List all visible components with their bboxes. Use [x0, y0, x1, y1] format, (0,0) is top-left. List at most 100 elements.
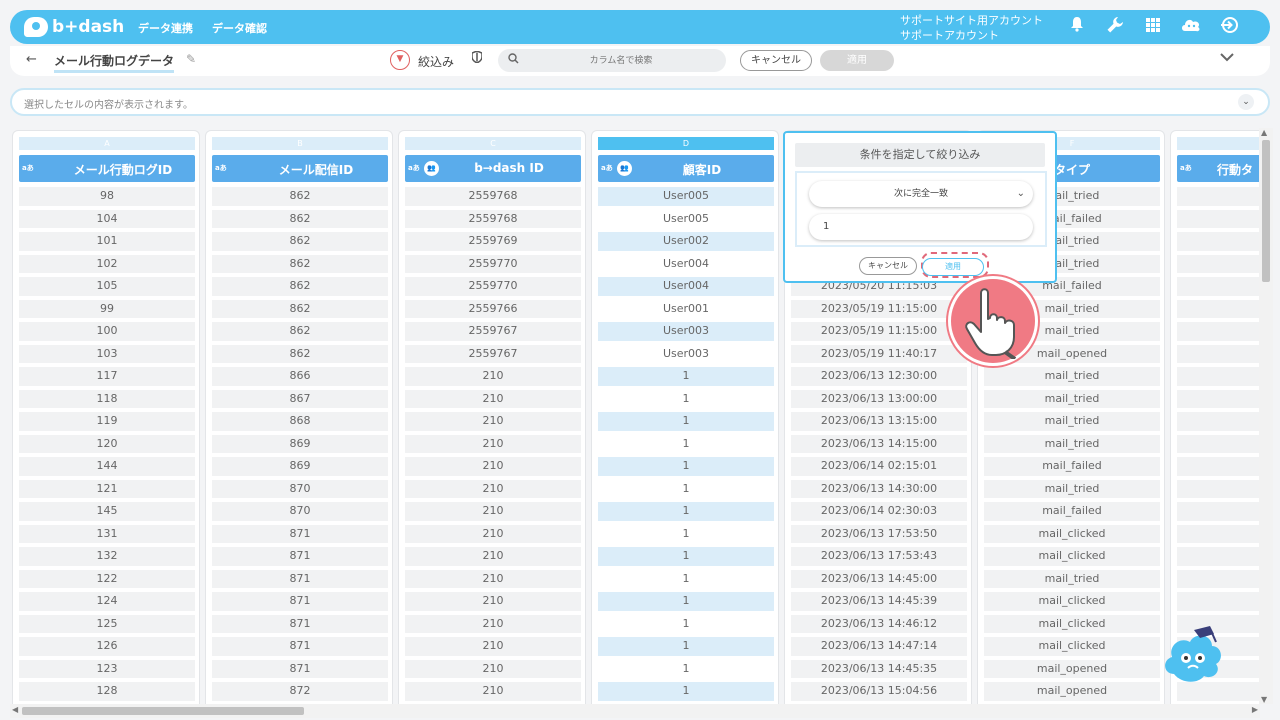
- grid-cell[interactable]: 144: [19, 457, 195, 476]
- grid-cell[interactable]: [1177, 232, 1260, 251]
- grid-cell[interactable]: 210: [405, 569, 581, 588]
- grid-cell[interactable]: 210: [405, 479, 581, 498]
- chevron-down-icon[interactable]: [1220, 50, 1234, 66]
- grid-cell[interactable]: [1177, 187, 1260, 206]
- grid-cell[interactable]: 210: [405, 367, 581, 386]
- condition-select[interactable]: 次に完全一致 ⌄: [809, 181, 1033, 207]
- grid-cell[interactable]: mail_tried: [984, 479, 1160, 498]
- app-logo[interactable]: b+dash: [24, 16, 124, 38]
- grid-cell[interactable]: 2023/06/14 02:15:01: [791, 457, 967, 476]
- grid-cell[interactable]: 104: [19, 209, 195, 228]
- grid-cell[interactable]: mail_opened: [984, 682, 1160, 701]
- grid-cell[interactable]: 867: [212, 389, 388, 408]
- grid-cell[interactable]: User002: [598, 232, 774, 251]
- grid-cell[interactable]: mail_clicked: [984, 524, 1160, 543]
- grid-cell[interactable]: 1: [598, 457, 774, 476]
- grid-cell[interactable]: [1177, 344, 1260, 363]
- grid-cell[interactable]: 2023/06/13 13:00:00: [791, 389, 967, 408]
- grid-cell[interactable]: [1177, 479, 1260, 498]
- grid-apps-icon[interactable]: [1142, 16, 1164, 38]
- grid-cell[interactable]: 1: [598, 614, 774, 633]
- grid-cell[interactable]: 1: [598, 682, 774, 701]
- grid-cell[interactable]: 862: [212, 209, 388, 228]
- grid-cell[interactable]: 1: [598, 502, 774, 521]
- grid-cell[interactable]: no: [1177, 547, 1260, 566]
- grid-cell[interactable]: [1177, 322, 1260, 341]
- grid-cell[interactable]: 871: [212, 637, 388, 656]
- grid-cell[interactable]: 871: [212, 569, 388, 588]
- grid-cell[interactable]: 1: [598, 367, 774, 386]
- shield-icon[interactable]: [471, 50, 483, 66]
- grid-cell[interactable]: 868: [212, 412, 388, 431]
- column-letter[interactable]: B: [212, 137, 388, 150]
- grid-cell[interactable]: 118: [19, 389, 195, 408]
- grid-cell[interactable]: [1177, 502, 1260, 521]
- column-header[interactable]: aあ メール配信ID: [212, 155, 388, 182]
- nav-data-integration[interactable]: データ連携: [138, 20, 193, 36]
- grid-cell[interactable]: 210: [405, 457, 581, 476]
- grid-cell[interactable]: 1: [598, 434, 774, 453]
- grid-cell[interactable]: 1: [598, 569, 774, 588]
- grid-cell[interactable]: [1177, 569, 1260, 588]
- grid-cell[interactable]: mail_tried: [984, 434, 1160, 453]
- column-header[interactable]: aあ 行動タ: [1177, 155, 1260, 182]
- grid-cell[interactable]: [1177, 367, 1260, 386]
- filter-label[interactable]: 絞込み: [418, 53, 454, 70]
- grid-cell[interactable]: 870: [212, 502, 388, 521]
- grid-cell[interactable]: 210: [405, 524, 581, 543]
- grid-cell[interactable]: mail_clicked: [984, 614, 1160, 633]
- grid-cell[interactable]: 869: [212, 457, 388, 476]
- grid-cell[interactable]: mail_tried: [984, 389, 1160, 408]
- grid-cell[interactable]: User003: [598, 322, 774, 341]
- bell-icon[interactable]: [1066, 16, 1088, 38]
- grid-cell[interactable]: mail_tried: [984, 569, 1160, 588]
- grid-cell[interactable]: 1: [598, 637, 774, 656]
- table-name[interactable]: メール行動ログデータ: [54, 52, 175, 73]
- grid-cell[interactable]: 862: [212, 299, 388, 318]
- grid-cell[interactable]: 210: [405, 389, 581, 408]
- grid-cell[interactable]: 131: [19, 524, 195, 543]
- grid-cell[interactable]: 1: [598, 592, 774, 611]
- grid-cell[interactable]: 1: [598, 389, 774, 408]
- grid-cell[interactable]: 1: [598, 547, 774, 566]
- grid-cell[interactable]: 210: [405, 637, 581, 656]
- grid-cell[interactable]: User005: [598, 209, 774, 228]
- popup-apply-button[interactable]: 適用: [922, 258, 984, 276]
- grid-cell[interactable]: 2559769: [405, 232, 581, 251]
- grid-cell[interactable]: 2559767: [405, 344, 581, 363]
- grid-cell[interactable]: 101: [19, 232, 195, 251]
- grid-cell[interactable]: [1177, 412, 1260, 431]
- grid-cell[interactable]: User001: [598, 299, 774, 318]
- grid-cell[interactable]: 125: [19, 614, 195, 633]
- grid-cell[interactable]: [1177, 389, 1260, 408]
- grid-cell[interactable]: no: [1177, 592, 1260, 611]
- grid-cell[interactable]: 126: [19, 637, 195, 656]
- column-header[interactable]: aあ 👥 b→dash ID: [405, 155, 581, 182]
- grid-cell[interactable]: [1177, 434, 1260, 453]
- grid-cell[interactable]: mail_tried: [984, 412, 1160, 431]
- cell-content-bar[interactable]: 選択したセルの内容が表示されます。 ⌄: [10, 88, 1270, 116]
- grid-cell[interactable]: User004: [598, 254, 774, 273]
- grid-cell[interactable]: 1: [598, 479, 774, 498]
- grid-cell[interactable]: no: [1177, 524, 1260, 543]
- grid-cell[interactable]: 210: [405, 547, 581, 566]
- grid-cell[interactable]: User004: [598, 277, 774, 296]
- grid-cell[interactable]: 2023/06/13 14:45:39: [791, 592, 967, 611]
- grid-cell[interactable]: 2559768: [405, 187, 581, 206]
- grid-cell[interactable]: [1177, 254, 1260, 273]
- column-header[interactable]: aあ メール行動ログID: [19, 155, 195, 182]
- grid-cell[interactable]: 862: [212, 344, 388, 363]
- grid-cell[interactable]: 2023/05/19 11:40:17: [791, 344, 967, 363]
- grid-cell[interactable]: 1: [598, 659, 774, 678]
- column-letter[interactable]: [1177, 137, 1260, 150]
- grid-cell[interactable]: 2023/06/13 17:53:43: [791, 547, 967, 566]
- grid-cell[interactable]: 2023/06/13 14:46:12: [791, 614, 967, 633]
- grid-cell[interactable]: 870: [212, 479, 388, 498]
- account-info[interactable]: サポートサイト用アカウント サポートアカウント: [900, 13, 1043, 43]
- cancel-button[interactable]: キャンセル: [740, 50, 812, 71]
- grid-cell[interactable]: 210: [405, 434, 581, 453]
- grid-cell[interactable]: 871: [212, 524, 388, 543]
- grid-cell[interactable]: 210: [405, 412, 581, 431]
- grid-cell[interactable]: User005: [598, 187, 774, 206]
- grid-cell[interactable]: 2023/05/19 11:15:00: [791, 299, 967, 318]
